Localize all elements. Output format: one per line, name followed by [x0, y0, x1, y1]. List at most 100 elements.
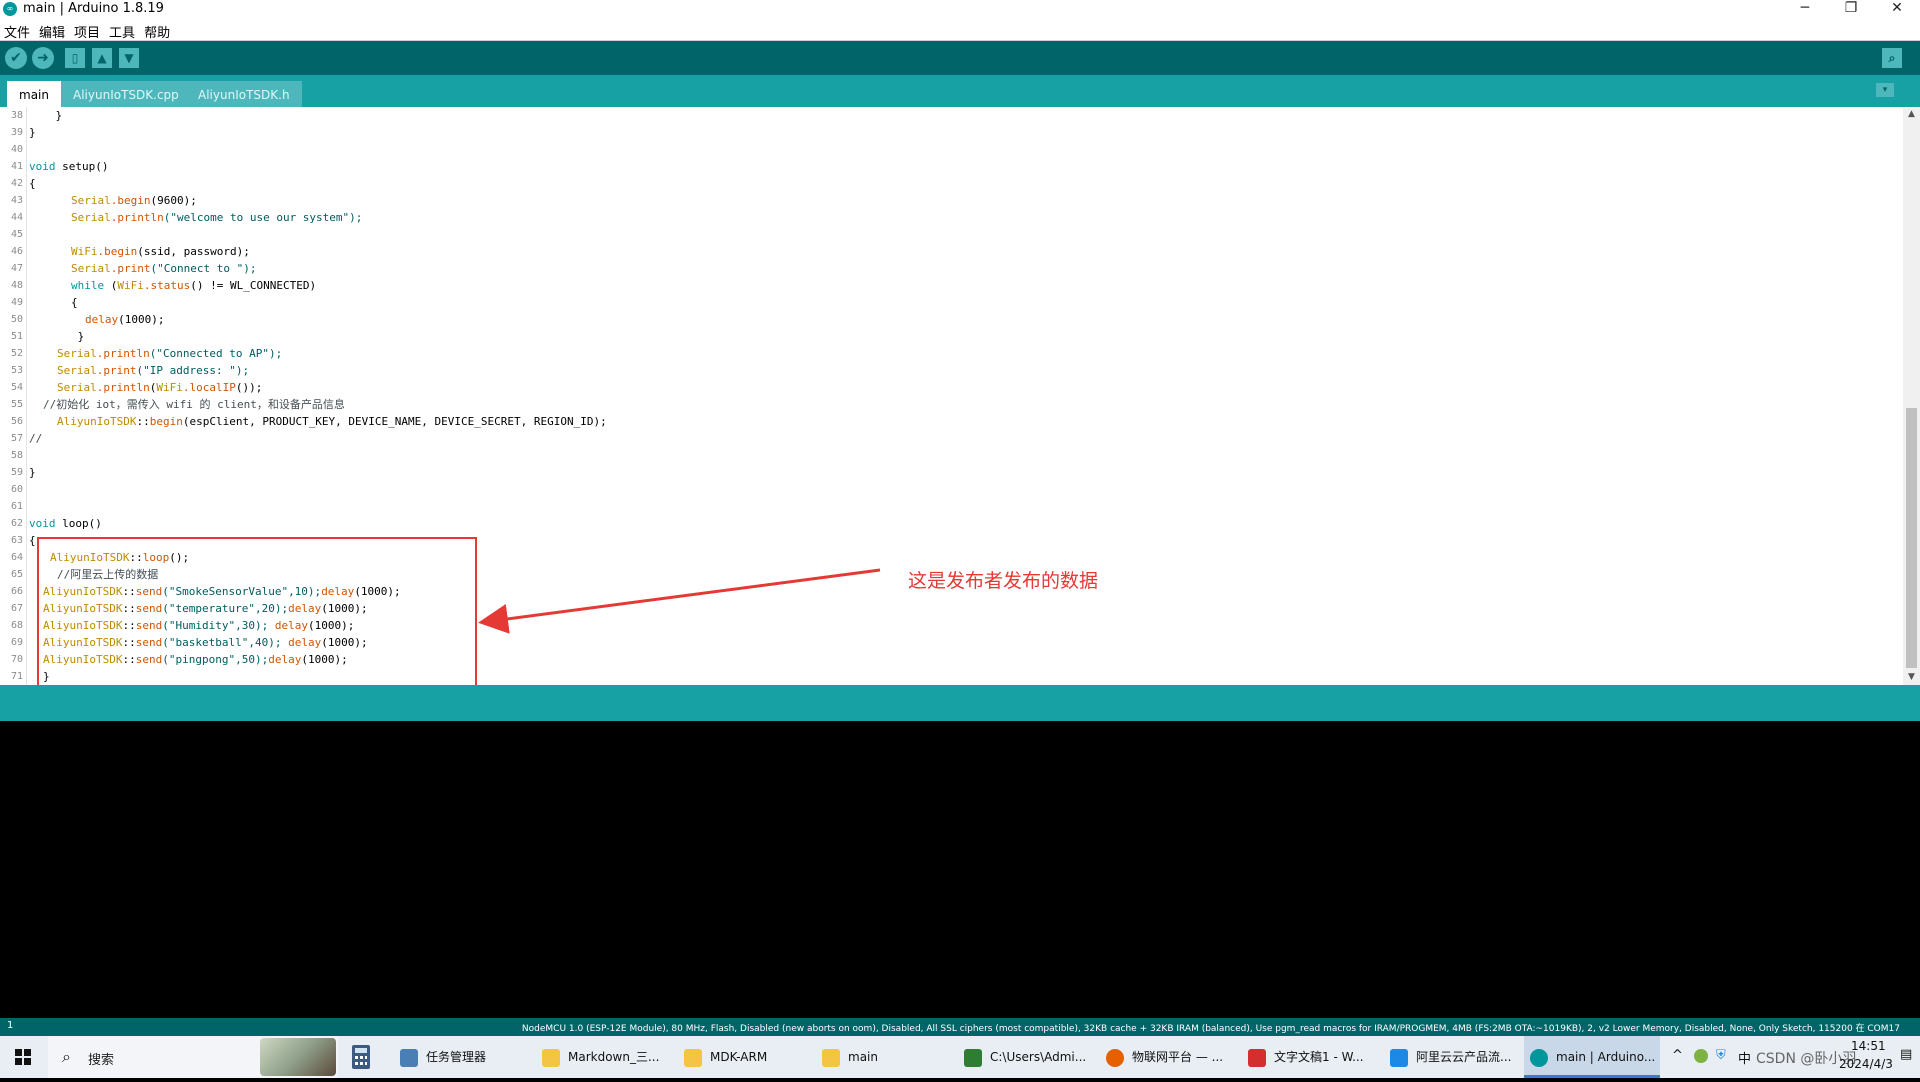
- serial-monitor-button[interactable]: ⌕: [1882, 48, 1902, 68]
- taskbar-app-task-manager[interactable]: 任务管理器: [396, 1036, 530, 1078]
- tab-aliyuniotsdk-h[interactable]: AliyunIoTSDK.h: [186, 81, 302, 107]
- taskbar-app-wps[interactable]: 文字文稿1 - W...: [1244, 1036, 1378, 1078]
- calculator-icon[interactable]: [347, 1043, 375, 1071]
- code-token: loop(): [55, 517, 102, 530]
- system-tray: ^ ⛨ 中 CSDN @卧小羽 14:51 2024/4/3 ▤: [1664, 1036, 1920, 1078]
- menu-sketch[interactable]: 项目: [70, 19, 105, 41]
- windows-logo-icon: [15, 1049, 31, 1065]
- open-sketch-button[interactable]: ▲: [92, 48, 112, 68]
- code-token: void: [29, 517, 56, 530]
- verify-button[interactable]: ✔: [5, 47, 27, 69]
- board-info: NodeMCU 1.0 (ESP-12E Module), 80 MHz, Fl…: [521, 1024, 1900, 1034]
- line-number: 40: [10, 144, 23, 155]
- restore-button[interactable]: ❐: [1828, 0, 1874, 19]
- menu-edit[interactable]: 编辑: [35, 19, 70, 41]
- taskbar-app-label: 物联网平台 — ...: [1132, 1050, 1224, 1064]
- taskbar-app-label: main: [848, 1050, 878, 1064]
- menu-tools[interactable]: 工具: [105, 19, 140, 41]
- taskbar-app-arduino[interactable]: main | Arduino...: [1524, 1036, 1660, 1078]
- code-line: Serial.print("Connect to ");: [71, 260, 256, 277]
- line-number: 48: [10, 280, 23, 291]
- search-placeholder: 搜索: [88, 1053, 115, 1068]
- tab-menu-icon[interactable]: ▾: [1876, 83, 1894, 97]
- taskbar-app-main-folder[interactable]: main: [818, 1036, 952, 1078]
- ime-indicator[interactable]: 中: [1738, 1048, 1751, 1067]
- line-number: 63: [10, 535, 23, 546]
- clock-date[interactable]: 2024/4/3: [1839, 1057, 1893, 1071]
- line-number: 44: [10, 212, 23, 223]
- line-number: 49: [10, 297, 23, 308]
- code-line: {: [29, 177, 36, 190]
- taskbar-app-label: 文字文稿1 - W...: [1274, 1050, 1364, 1064]
- taskbar-app-label: main | Arduino...: [1556, 1050, 1656, 1064]
- line-number: 57: [10, 433, 23, 444]
- line-number: 61: [10, 501, 23, 512]
- vertical-scrollbar[interactable]: ▲ ▼: [1903, 107, 1920, 685]
- line-number: 46: [10, 246, 23, 257]
- line-number: 69: [10, 637, 23, 648]
- taskbar-app-terminal[interactable]: C:\Users\Admi...: [960, 1036, 1096, 1078]
- code-token: void: [29, 160, 56, 173]
- tray-app-icon[interactable]: [1694, 1049, 1708, 1063]
- scroll-down-icon[interactable]: ▼: [1903, 670, 1920, 685]
- notification-icon[interactable]: ▤: [1900, 1047, 1912, 1062]
- taskbar-app-label: MDK-ARM: [710, 1050, 768, 1064]
- line-number: 64: [10, 552, 23, 563]
- line-number: 42: [10, 178, 23, 189]
- save-sketch-button[interactable]: ▼: [119, 48, 139, 68]
- code-line: delay(1000);: [85, 311, 164, 328]
- console-output[interactable]: [0, 721, 1920, 1018]
- task-manager-icon: [400, 1048, 418, 1067]
- code-line: WiFi.begin(ssid, password);: [71, 243, 250, 260]
- line-number: 52: [10, 348, 23, 359]
- arduino-icon: [1530, 1048, 1548, 1067]
- firefox-icon: [1106, 1048, 1124, 1067]
- start-button[interactable]: [0, 1036, 46, 1078]
- tab-aliyuniotsdk-cpp[interactable]: AliyunIoTSDK.cpp: [61, 81, 191, 107]
- vscode-icon: [1390, 1048, 1408, 1067]
- search-highlight-image: [260, 1038, 336, 1076]
- annotation-label: 这是发布者发布的数据: [908, 570, 1099, 592]
- clock-time[interactable]: 14:51: [1851, 1039, 1886, 1053]
- windows-taskbar: ⌕ 搜索 任务管理器 Markdown_三... MDK-ARM main C:…: [0, 1036, 1920, 1078]
- code-token: ::: [136, 415, 150, 428]
- tab-main[interactable]: main: [7, 81, 61, 107]
- code-token: .begin: [97, 245, 138, 258]
- current-line-number: 1: [7, 1020, 14, 1031]
- line-number: 67: [10, 603, 23, 614]
- code-token: (espClient, PRODUCT_KEY, DEVICE_NAME, DE…: [182, 415, 607, 428]
- new-sketch-button[interactable]: ▯: [65, 48, 85, 68]
- minimize-button[interactable]: ─: [1782, 0, 1828, 19]
- upload-button[interactable]: ➜: [32, 47, 54, 69]
- scrollbar-thumb[interactable]: [1906, 408, 1917, 668]
- line-number: 43: [10, 195, 23, 206]
- code-token: ());: [235, 381, 263, 394]
- menu-file[interactable]: 文件: [0, 19, 35, 41]
- code-token: Serial: [57, 364, 97, 377]
- taskbar-app-vscode[interactable]: 阿里云云产品流...: [1386, 1036, 1520, 1078]
- taskbar-search-box[interactable]: ⌕ 搜索: [48, 1036, 338, 1078]
- code-token: Serial: [57, 347, 97, 360]
- line-number: 66: [10, 586, 23, 597]
- taskbar-app-firefox[interactable]: 物联网平台 — ...: [1102, 1036, 1236, 1078]
- taskbar-app-mdk-arm-folder[interactable]: MDK-ARM: [680, 1036, 810, 1078]
- scroll-up-icon[interactable]: ▲: [1903, 107, 1920, 122]
- folder-icon: [542, 1048, 560, 1067]
- code-line: Serial.print("IP address: ");: [57, 362, 249, 379]
- code-token: .print: [110, 262, 151, 275]
- security-shield-icon[interactable]: ⛨: [1716, 1048, 1726, 1063]
- menu-help[interactable]: 帮助: [140, 19, 175, 41]
- line-number: 59: [10, 467, 23, 478]
- taskbar-app-markdown-folder[interactable]: Markdown_三...: [538, 1036, 672, 1078]
- window-title: main | Arduino 1.8.19: [23, 1, 164, 16]
- line-number: 39: [10, 127, 23, 138]
- line-number: 47: [10, 263, 23, 274]
- line-number: 55: [10, 399, 23, 410]
- tray-chevron-icon[interactable]: ^: [1672, 1048, 1683, 1063]
- line-number: 60: [10, 484, 23, 495]
- code-line: void setup(): [29, 158, 108, 175]
- menu-bar: 文件 编辑 项目 工具 帮助: [0, 19, 1920, 41]
- code-token: ("IP address: ");: [136, 364, 250, 377]
- code-line: Serial.begin(9600);: [71, 192, 197, 209]
- close-button[interactable]: ✕: [1874, 0, 1920, 19]
